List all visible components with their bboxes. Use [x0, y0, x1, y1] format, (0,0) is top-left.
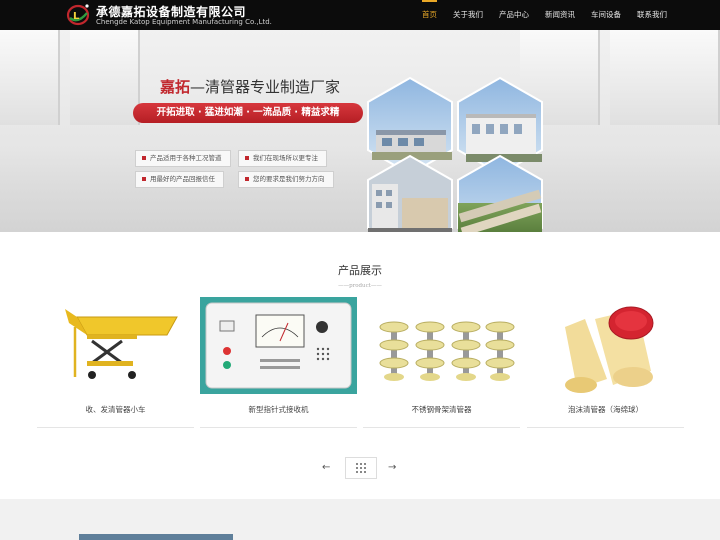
banner-title-rest: —清管器专业制造厂家 — [190, 78, 341, 96]
products-section-title: 产品展示 — [338, 264, 382, 277]
product-caption[interactable]: 收、发清管器小车 — [37, 404, 194, 415]
svg-text:L: L — [73, 11, 80, 22]
office-photo-hex — [367, 154, 453, 232]
bullet-icon — [142, 177, 146, 181]
feature-tag: 用最好的产品回报信任 — [135, 171, 224, 188]
grid-icon — [356, 463, 366, 473]
feature-tag: 您的要求是我们努力方向 — [238, 171, 334, 188]
brand-name-en: Chengde Katop Equipment Manufacturing Co… — [96, 18, 272, 26]
product-caption[interactable]: 不锈钢骨架清管器 — [363, 404, 520, 415]
company-logo[interactable]: L — [66, 3, 90, 27]
nav-about[interactable]: 关于我们 — [445, 0, 491, 30]
banner-bg-window — [610, 30, 720, 125]
arrow-right-icon[interactable]: → — [388, 462, 396, 473]
arrow-left-icon[interactable]: ← — [322, 462, 330, 473]
main-nav: 首页 关于我们 产品中心 新闻资讯 车间设备 联系我们 — [414, 0, 675, 30]
feature-text: 我们在现场所以更专注 — [253, 154, 318, 162]
banner-bg-window — [0, 30, 60, 125]
product-card[interactable]: 不锈钢骨架清管器 — [363, 297, 520, 428]
photo-hex-collage — [367, 76, 543, 232]
banner-floor — [0, 150, 720, 232]
grid-view-button[interactable] — [345, 457, 377, 479]
product-caption[interactable]: 泡沫清管器（海绵球） — [527, 404, 684, 415]
nav-contact[interactable]: 联系我们 — [629, 0, 675, 30]
bullet-icon — [142, 156, 146, 160]
feature-tag: 我们在现场所以更专注 — [238, 150, 327, 167]
bullet-icon — [245, 156, 249, 160]
product-card[interactable]: 收、发清管器小车 — [37, 297, 194, 428]
next-section-image — [79, 534, 233, 540]
hero-banner: 嘉拓—清管器专业制造厂家 开拓进取 · 猛进如潮 · 一流品质 · 精益求精 产… — [0, 30, 720, 232]
feature-text: 您的要求是我们努力方向 — [253, 175, 325, 183]
feature-text: 用最好的产品回报信任 — [150, 175, 215, 183]
receiver-image — [200, 297, 357, 394]
nav-workshop[interactable]: 车间设备 — [583, 0, 629, 30]
trolley-image — [37, 297, 194, 394]
banner-bg-window — [70, 30, 140, 125]
top-header: L 承德嘉拓设备制造有限公司 Chengde Katop Equipment M… — [0, 0, 720, 30]
feature-tag: 产品适用于各种工况管道 — [135, 150, 231, 167]
feature-text: 产品适用于各种工况管道 — [150, 154, 222, 162]
nav-news[interactable]: 新闻资讯 — [537, 0, 583, 30]
pipeline-photo-hex — [457, 154, 543, 232]
product-caption[interactable]: 新型指针式接收机 — [200, 404, 357, 415]
banner-title: 嘉拓—清管器专业制造厂家 — [160, 76, 340, 97]
product-card[interactable]: 泡沫清管器（海绵球） — [527, 297, 684, 428]
banner-brand-word: 嘉拓 — [160, 78, 191, 96]
nav-home[interactable]: 首页 — [414, 0, 445, 30]
products-section-subtitle: ——product—— — [338, 283, 382, 289]
carousel-pager: ← → — [320, 456, 402, 479]
banner-slogan: 开拓进取 · 猛进如潮 · 一流品质 · 精益求精 — [133, 103, 363, 123]
bullet-icon — [245, 177, 249, 181]
product-card[interactable]: 新型指针式接收机 — [200, 297, 357, 428]
pig-image — [363, 297, 520, 394]
nav-products[interactable]: 产品中心 — [491, 0, 537, 30]
foam-pig-image — [527, 297, 684, 394]
